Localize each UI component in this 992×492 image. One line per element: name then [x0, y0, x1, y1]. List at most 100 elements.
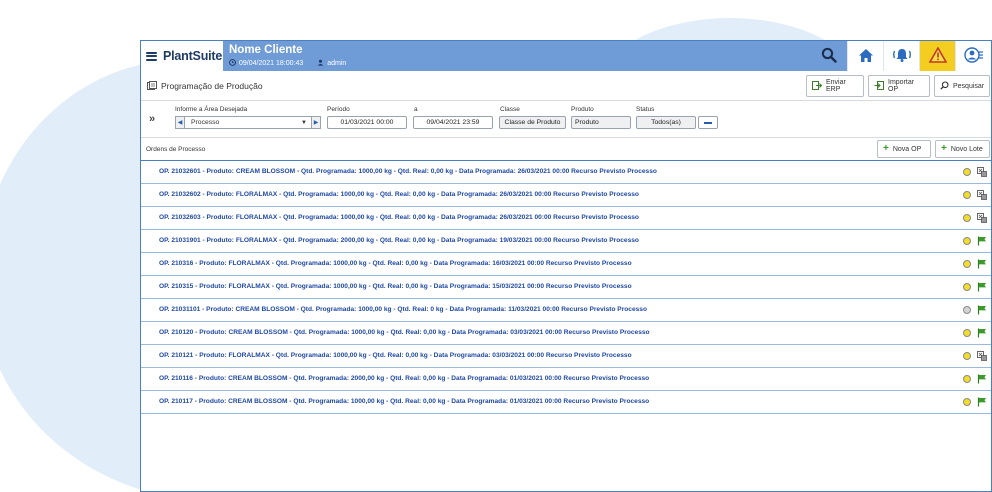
machine-icon[interactable]	[977, 351, 987, 361]
header-actions	[811, 41, 991, 71]
client-name: Nome Cliente	[229, 44, 303, 56]
search-icon	[940, 80, 949, 92]
export-icon	[812, 80, 823, 92]
orders-header: Ordens de Processo + Nova OP + Novo Lote	[141, 139, 991, 161]
table-row[interactable]: OP. 210316 - Produto: FLORALMAX - Qtd. P…	[141, 253, 991, 276]
order-description[interactable]: OP. 210121 - Produto: FLORALMAX - Qtd. P…	[159, 352, 632, 359]
classe-label: Classe	[500, 106, 520, 113]
user-menu-button[interactable]	[955, 41, 991, 71]
page-title: Programação de Produção	[161, 81, 263, 91]
order-description[interactable]: OP. 21032602 - Produto: FLORALMAX - Qtd.…	[159, 191, 639, 198]
machine-icon[interactable]	[977, 190, 987, 200]
pesquisar-label: Pesquisar	[953, 82, 985, 90]
notifications-button[interactable]	[883, 41, 919, 71]
status-label: Status	[636, 106, 655, 113]
area-label: Informe a Área Desejada	[175, 106, 248, 113]
flag-icon[interactable]	[977, 305, 987, 315]
table-row[interactable]: OP. 21032602 - Produto: FLORALMAX - Qtd.…	[141, 184, 991, 207]
flag-icon[interactable]	[977, 236, 987, 246]
area-next-button[interactable]: ▶	[311, 116, 321, 129]
flag-icon[interactable]	[977, 397, 987, 407]
status-indicator-icon	[963, 398, 971, 406]
user-settings-icon	[963, 47, 984, 65]
alert-button[interactable]	[919, 41, 955, 71]
client-area: Nome Cliente 09/04/2021 18:00:43 admin	[223, 41, 823, 71]
enviar-erp-label: Enviar ERP	[826, 79, 846, 93]
order-description[interactable]: OP. 210316 - Produto: FLORALMAX - Qtd. P…	[159, 260, 632, 267]
title-bar: Programação de Produção Enviar ERP Impor…	[141, 71, 991, 101]
status-indicator-icon	[963, 191, 971, 199]
table-row[interactable]: OP. 210117 - Produto: CREAM BLOSSOM - Qt…	[141, 391, 991, 414]
order-description[interactable]: OP. 210117 - Produto: CREAM BLOSSOM - Qt…	[159, 398, 649, 405]
status-indicator-icon	[963, 237, 971, 245]
table-row[interactable]: OP. 210120 - Produto: CREAM BLOSSOM - Qt…	[141, 322, 991, 345]
order-description[interactable]: OP. 210116 - Produto: CREAM BLOSSOM - Qt…	[159, 375, 649, 382]
brand-name: PlantSuite	[163, 49, 223, 63]
plus-icon: +	[941, 143, 947, 154]
periodo-end-field[interactable]: 09/04/2021 23:59	[413, 116, 493, 129]
plus-icon: +	[883, 143, 889, 154]
produto-field[interactable]: Produto	[571, 116, 631, 129]
order-description[interactable]: OP. 21031901 - Produto: FLORALMAX - Qtd.…	[159, 237, 639, 244]
classe-field[interactable]: Classe de Produto	[499, 116, 566, 129]
menu-icon[interactable]	[146, 51, 157, 61]
status-indicator-icon	[963, 168, 971, 176]
importar-op-button[interactable]: Importar OP	[868, 75, 930, 97]
status-indicator-icon	[963, 329, 971, 337]
novo-lote-button[interactable]: + Novo Lote	[935, 140, 990, 158]
enviar-erp-button[interactable]: Enviar ERP	[806, 75, 864, 97]
client-meta: 09/04/2021 18:00:43 admin	[229, 59, 346, 68]
table-row[interactable]: OP. 210315 - Produto: FLORALMAX - Qtd. P…	[141, 276, 991, 299]
status-indicator-icon	[963, 214, 971, 222]
clock-icon	[229, 59, 236, 68]
table-row[interactable]: OP. 21031901 - Produto: FLORALMAX - Qtd.…	[141, 230, 991, 253]
top-bar: PlantSuite Nome Cliente 09/04/2021 18:00…	[141, 41, 991, 71]
nova-op-button[interactable]: + Nova OP	[877, 140, 931, 158]
order-description[interactable]: OP. 21032603 - Produto: FLORALMAX - Qtd.…	[159, 214, 639, 221]
pesquisar-button[interactable]: Pesquisar	[934, 75, 990, 97]
area-prev-button[interactable]: ◀	[175, 116, 185, 129]
order-description[interactable]: OP. 21032601 - Produto: CREAM BLOSSOM - …	[159, 168, 657, 175]
app-window: PlantSuite Nome Cliente 09/04/2021 18:00…	[140, 40, 992, 492]
area-selector: ◀ Processo ▼ ▶	[175, 116, 321, 129]
flag-icon[interactable]	[977, 259, 987, 269]
machine-icon[interactable]	[977, 213, 987, 223]
orders-title: Ordens de Processo	[146, 146, 206, 153]
home-button[interactable]	[847, 41, 883, 71]
order-description[interactable]: OP. 210315 - Produto: FLORALMAX - Qtd. P…	[159, 283, 632, 290]
status-field[interactable]: Todos(as)	[636, 116, 696, 129]
user-icon	[317, 59, 324, 68]
collapse-filter-button[interactable]	[698, 116, 718, 129]
area-value: Processo	[191, 119, 220, 126]
flag-icon[interactable]	[977, 328, 987, 338]
table-row[interactable]: OP. 21032603 - Produto: FLORALMAX - Qtd.…	[141, 207, 991, 230]
search-button[interactable]	[811, 41, 847, 71]
table-row[interactable]: OP. 21031101 - Produto: CREAM BLOSSOM - …	[141, 299, 991, 322]
periodo-start-field[interactable]: 01/03/2021 00:00	[327, 116, 407, 129]
status-indicator-icon	[963, 352, 971, 360]
machine-icon[interactable]	[977, 167, 987, 177]
brand: PlantSuite	[141, 41, 223, 71]
periodo-separator: a	[414, 106, 418, 113]
orders-list: OP. 21032601 - Produto: CREAM BLOSSOM - …	[141, 161, 991, 414]
filter-panel: » Informe a Área Desejada ◀ Processo ▼ ▶…	[141, 102, 991, 138]
status-indicator-icon	[963, 283, 971, 291]
minus-icon	[704, 121, 712, 124]
table-row[interactable]: OP. 210121 - Produto: FLORALMAX - Qtd. P…	[141, 345, 991, 368]
order-description[interactable]: OP. 210120 - Produto: CREAM BLOSSOM - Qt…	[159, 329, 650, 336]
status-indicator-icon	[963, 260, 971, 268]
status-indicator-icon	[963, 306, 971, 314]
schedule-icon	[147, 81, 157, 93]
novo-lote-label: Novo Lote	[950, 145, 983, 153]
search-icon	[821, 47, 837, 65]
import-icon	[874, 80, 884, 92]
bell-icon	[891, 47, 913, 65]
flag-icon[interactable]	[977, 282, 987, 292]
table-row[interactable]: OP. 210116 - Produto: CREAM BLOSSOM - Qt…	[141, 368, 991, 391]
table-row[interactable]: OP. 21032601 - Produto: CREAM BLOSSOM - …	[141, 161, 991, 184]
flag-icon[interactable]	[977, 374, 987, 384]
expand-icon[interactable]: »	[149, 113, 155, 125]
order-description[interactable]: OP. 21031101 - Produto: CREAM BLOSSOM - …	[159, 306, 647, 313]
area-select[interactable]: Processo ▼	[185, 116, 311, 129]
chevron-down-icon: ▼	[301, 119, 307, 126]
